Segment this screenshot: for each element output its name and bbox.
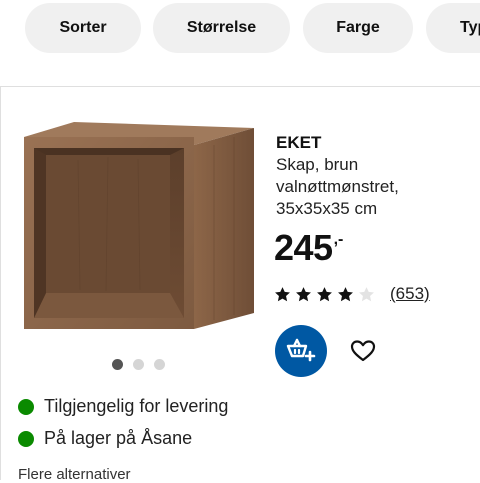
product-price: 245 ,- <box>274 226 343 270</box>
star-filled-icon <box>275 286 290 301</box>
star-filled-icon <box>317 286 332 301</box>
product-name[interactable]: EKET <box>276 133 321 153</box>
filter-color-button[interactable]: Farge <box>303 3 413 53</box>
star-empty-icon <box>359 286 374 301</box>
section-divider <box>0 86 480 87</box>
availability-delivery: Tilgjengelig for levering <box>18 396 228 417</box>
carousel-dot[interactable] <box>133 359 144 370</box>
status-dot-icon <box>18 430 34 447</box>
filter-size-button[interactable]: Størrelse <box>153 3 290 53</box>
product-image[interactable] <box>18 115 258 340</box>
heart-outline-icon <box>350 340 376 362</box>
carousel-dot[interactable] <box>154 359 165 370</box>
filter-bar: Sorter Størrelse Farge Typ <box>0 0 480 60</box>
add-to-cart-button[interactable] <box>275 325 327 377</box>
filter-type-button[interactable]: Typ <box>426 3 480 53</box>
more-alternatives-link[interactable]: Flere alternativer <box>18 466 131 483</box>
add-to-cart-icon <box>286 338 316 362</box>
card-border <box>0 86 1 480</box>
cabinet-illustration <box>24 122 254 329</box>
product-rating[interactable]: (653) <box>274 284 430 304</box>
availability-label: Tilgjengelig for levering <box>44 396 229 416</box>
star-filled-icon <box>296 286 311 301</box>
availability-label: På lager på Åsane <box>44 428 193 448</box>
carousel-dot[interactable] <box>112 359 123 370</box>
price-suffix: ,- <box>333 231 344 248</box>
product-description[interactable]: Skap, brun valnøttmønstret, 35x35x35 cm <box>276 154 476 220</box>
filter-sort-button[interactable]: Sorter <box>25 3 141 53</box>
price-integer: 245 <box>274 227 333 268</box>
star-rating <box>274 286 375 303</box>
status-dot-icon <box>18 398 34 415</box>
availability-store: På lager på Åsane <box>18 428 192 449</box>
favorite-button[interactable] <box>346 334 380 368</box>
review-count-link[interactable]: (653) <box>390 284 430 304</box>
image-carousel-dots <box>112 359 165 370</box>
star-filled-icon <box>338 286 353 301</box>
